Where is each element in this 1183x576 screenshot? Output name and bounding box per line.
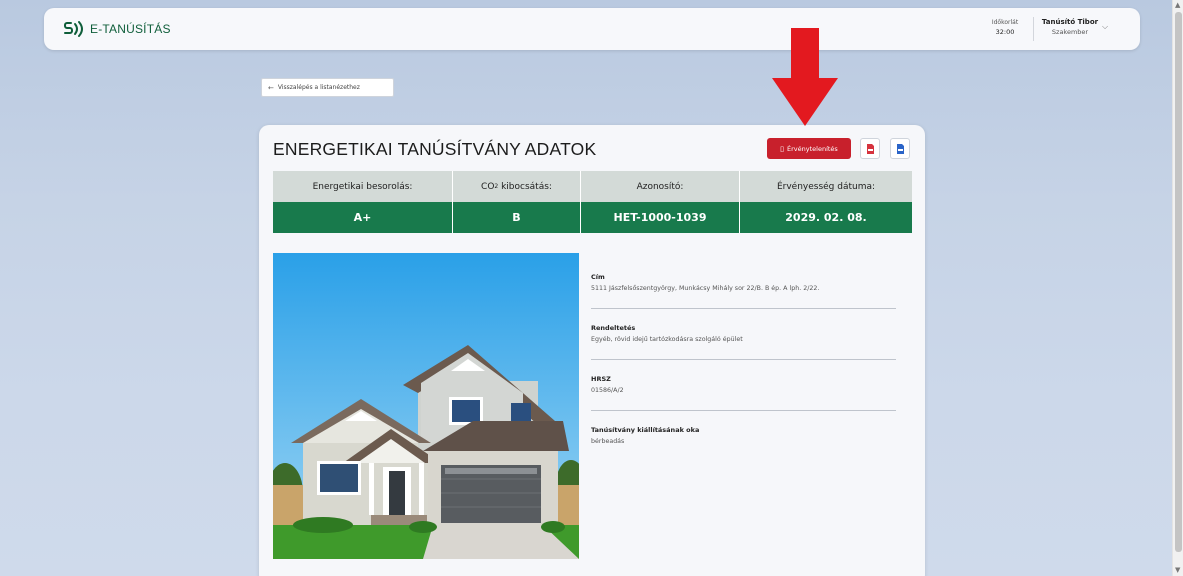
time-limit-label: Időkorlát xyxy=(991,19,1019,26)
detail-label: Cím xyxy=(591,273,605,281)
detail-address: Cím 5111 Jászfelsőszentgyörgy, Munkácsy … xyxy=(591,273,896,309)
user-menu[interactable]: Tanúsító Tibor Szakember xyxy=(1040,18,1100,36)
download-document-button[interactable] xyxy=(890,138,910,159)
co2-header: CO 2 kibocsátás: xyxy=(453,171,581,202)
rating-header: Energetikai besorolás: xyxy=(273,171,453,202)
detail-label: HRSZ xyxy=(591,375,611,383)
invalidate-button[interactable]: ▯ Érvénytelenítés xyxy=(767,138,851,159)
user-role: Szakember xyxy=(1051,28,1089,36)
id-header: Azonosító: xyxy=(581,171,740,202)
validity-value: 2029. 02. 08. xyxy=(785,211,867,224)
logo-icon xyxy=(64,21,83,37)
summary-value-row: A+ B HET-1000-1039 2029. 02. 08. xyxy=(273,202,912,233)
time-limit-value: 32:00 xyxy=(995,28,1015,36)
building-photo xyxy=(273,253,579,559)
detail-reason: Tanúsítvány kiállításának oka bérbeadás xyxy=(591,426,896,445)
chevron-down-icon[interactable]: ⌵ xyxy=(1102,22,1108,32)
detail-value: 01586/A/2 xyxy=(591,387,624,394)
red-annotation-arrow xyxy=(772,28,838,126)
invalidate-button-label: Érvénytelenítés xyxy=(787,144,838,153)
id-value: HET-1000-1039 xyxy=(581,202,740,233)
detail-divider xyxy=(591,410,896,411)
detail-value: Egyéb, rövid idejű tartózkodásra szolgál… xyxy=(591,336,743,343)
top-navbar: E-TANÚSÍTÁS Időkorlát 32:00 Tanúsító Tib… xyxy=(44,8,1140,50)
scroll-down-arrow-icon[interactable]: ▼ xyxy=(1175,567,1180,574)
header-divider xyxy=(1033,17,1034,41)
vertical-scrollbar[interactable]: ▲ ▼ xyxy=(1172,0,1183,576)
download-pdf-button[interactable] xyxy=(860,138,880,159)
back-to-list-button[interactable]: ← Visszalépés a listanézethez xyxy=(261,78,394,97)
property-details: Cím 5111 Jászfelsőszentgyörgy, Munkácsy … xyxy=(591,273,896,445)
detail-value: bérbeadás xyxy=(591,438,625,445)
summary-header-row: Energetikai besorolás: CO 2 kibocsátás: A… xyxy=(273,171,912,202)
detail-hrsz: HRSZ 01586/A/2 xyxy=(591,375,896,411)
logo-text: E-TANÚSÍTÁS xyxy=(90,22,171,36)
app-logo[interactable]: E-TANÚSÍTÁS xyxy=(64,20,171,38)
page-title: ENERGETIKAI TANÚSÍTVÁNY ADATOK xyxy=(273,139,597,159)
detail-label: Tanúsítvány kiállításának oka xyxy=(591,426,700,434)
detail-purpose: Rendeltetés Egyéb, rövid idejű tartózkod… xyxy=(591,324,896,360)
time-limit: Időkorlát 32:00 xyxy=(988,19,1022,36)
co2-header-prefix: CO xyxy=(481,181,495,192)
rating-value: A+ xyxy=(273,202,453,233)
co2-value: B xyxy=(453,202,581,233)
detail-label: Rendeltetés xyxy=(591,324,636,332)
scroll-up-arrow-icon[interactable]: ▲ xyxy=(1175,2,1180,9)
document-icon: ▯ xyxy=(780,144,785,153)
pdf-file-icon xyxy=(866,143,874,154)
user-name: Tanúsító Tibor xyxy=(1041,18,1099,26)
detail-divider xyxy=(591,308,896,309)
detail-value: 5111 Jászfelsőszentgyörgy, Munkácsy Mihá… xyxy=(591,285,820,292)
validity-header: Érvényesség dátuma: xyxy=(776,181,876,192)
summary-table: Energetikai besorolás: CO 2 kibocsátás: A… xyxy=(273,171,912,233)
doc-file-icon xyxy=(896,143,904,154)
scrollbar-thumb[interactable] xyxy=(1175,12,1182,552)
arrow-left-icon: ← xyxy=(268,83,274,92)
back-to-list-label: Visszalépés a listanézethez xyxy=(277,84,360,91)
co2-header-suffix: kibocsátás: xyxy=(498,181,552,192)
detail-divider xyxy=(591,359,896,360)
